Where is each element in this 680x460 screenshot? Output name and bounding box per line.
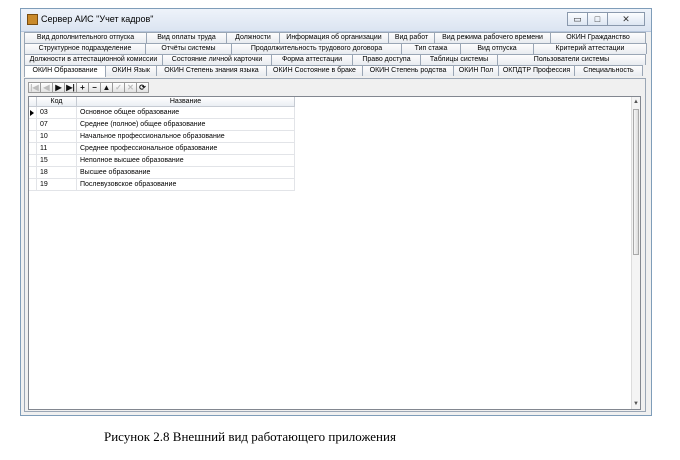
- cell-nazvanie[interactable]: Высшее образование: [77, 167, 295, 179]
- tab-otchety[interactable]: Отчёты системы: [145, 43, 232, 54]
- tab-pol[interactable]: ОКИН Пол: [453, 65, 499, 76]
- tab-pravo-dostupa[interactable]: Право доступа: [352, 54, 421, 65]
- tab-vid-rabot[interactable]: Вид работ: [388, 32, 435, 43]
- tab-struct-podrazd[interactable]: Структурное подразделение: [24, 43, 146, 54]
- figure-caption: Рисунок 2.8 Внешний вид работающего прил…: [104, 429, 396, 444]
- title-bar[interactable]: Сервер АИС "Учет кадров" ▭ □ ✕: [21, 9, 651, 32]
- row-indicator: [29, 131, 37, 143]
- cell-kod[interactable]: 10: [37, 131, 77, 143]
- nav-refresh-button[interactable]: ⟳: [136, 82, 149, 93]
- column-header-nazvanie[interactable]: Название: [77, 97, 295, 107]
- tab-tip-stazha[interactable]: Тип стажа: [401, 43, 461, 54]
- tab-specialnost[interactable]: Специальность: [574, 65, 643, 76]
- tab-dolzh-komissii[interactable]: Должности в аттестационной комиссии: [24, 54, 163, 65]
- tab-stepen-rodstva[interactable]: ОКИН Степень родства: [362, 65, 454, 76]
- tab-row-1: Вид дополнительного отпуска Вид оплаты т…: [24, 32, 646, 43]
- grid-header: Код Название: [29, 97, 295, 107]
- tab-grazhdanstvo[interactable]: ОКИН Гражданство: [550, 32, 646, 43]
- table-row[interactable]: 10 Начальное профессиональное образовани…: [29, 131, 295, 143]
- tab-prodolzh-dogovora[interactable]: Продолжительность трудового договора: [231, 43, 402, 54]
- tab-info-org[interactable]: Информация об организации: [279, 32, 389, 43]
- row-indicator: [29, 107, 37, 119]
- maximize-button[interactable]: □: [587, 12, 608, 26]
- scroll-down-arrow-icon[interactable]: ▼: [633, 400, 639, 408]
- cell-kod[interactable]: 07: [37, 119, 77, 131]
- tab-polzovateli[interactable]: Пользователи системы: [497, 54, 646, 65]
- cell-nazvanie[interactable]: Послевузовское образование: [77, 179, 295, 191]
- cell-kod[interactable]: 03: [37, 107, 77, 119]
- scroll-up-arrow-icon[interactable]: ▲: [633, 98, 639, 106]
- vertical-scrollbar[interactable]: ▲ ▼: [631, 97, 640, 409]
- cell-kod[interactable]: 18: [37, 167, 77, 179]
- grid-rows: 03 Основное общее образование 07 Среднее…: [29, 107, 295, 191]
- tab-dop-otpusk[interactable]: Вид дополнительного отпуска: [24, 32, 147, 43]
- window-title: Сервер АИС "Учет кадров": [41, 14, 154, 24]
- tab-obrazovanie[interactable]: ОКИН Образование: [24, 65, 106, 77]
- tab-dolzhnosti[interactable]: Должности: [226, 32, 280, 43]
- minimize-button[interactable]: ▭: [567, 12, 588, 26]
- tab-sostoyanie-v-brake[interactable]: ОКИН Состояние в браке: [266, 65, 363, 76]
- table-row[interactable]: 15 Неполное высшее образование: [29, 155, 295, 167]
- current-row-arrow-icon: [30, 110, 34, 116]
- table-row[interactable]: 19 Послевузовское образование: [29, 179, 295, 191]
- tab-vid-otpuska[interactable]: Вид отпуска: [460, 43, 534, 54]
- tab-forma-attestacii[interactable]: Форма аттестации: [271, 54, 353, 65]
- cell-nazvanie[interactable]: Среднее (полное) общее образование: [77, 119, 295, 131]
- tab-sostoyanie-kartochki[interactable]: Состояние личной карточки: [162, 54, 272, 65]
- row-indicator: [29, 155, 37, 167]
- table-row[interactable]: 07 Среднее (полное) общее образование: [29, 119, 295, 131]
- tab-row-4: ОКИН Образование ОКИН Язык ОКИН Степень …: [24, 65, 646, 77]
- close-button[interactable]: ✕: [607, 12, 645, 26]
- app-icon: [27, 14, 38, 25]
- table-row[interactable]: 03 Основное общее образование: [29, 107, 295, 119]
- app-window: Сервер АИС "Учет кадров" ▭ □ ✕ Вид допол…: [20, 8, 652, 416]
- cell-kod[interactable]: 19: [37, 179, 77, 191]
- table-row[interactable]: 11 Среднее профессиональное образование: [29, 143, 295, 155]
- db-navigator: |◀ ◀ ▶ ▶| + − ▲ ✓ ✕ ⟳: [28, 82, 149, 93]
- column-header-kod[interactable]: Код: [37, 97, 77, 107]
- tab-professiya[interactable]: ОКПДТР Профессия: [498, 65, 575, 76]
- indicator-header: [29, 97, 37, 107]
- tab-strip: Вид дополнительного отпуска Вид оплаты т…: [24, 32, 647, 77]
- table-row[interactable]: 18 Высшее образование: [29, 167, 295, 179]
- cell-nazvanie[interactable]: Начальное профессиональное образование: [77, 131, 295, 143]
- cell-nazvanie[interactable]: Среднее профессиональное образование: [77, 143, 295, 155]
- cell-nazvanie[interactable]: Основное общее образование: [77, 107, 295, 119]
- row-indicator: [29, 119, 37, 131]
- row-indicator: [29, 143, 37, 155]
- tab-yazyk[interactable]: ОКИН Язык: [105, 65, 157, 76]
- tab-row-3: Должности в аттестационной комиссии Сост…: [24, 54, 646, 65]
- row-indicator: [29, 179, 37, 191]
- row-indicator: [29, 167, 37, 179]
- tab-oplata-truda[interactable]: Вид оплаты труда: [146, 32, 227, 43]
- data-grid[interactable]: Код Название 03 Основное общее образован…: [28, 96, 641, 410]
- tab-panel: |◀ ◀ ▶ ▶| + − ▲ ✓ ✕ ⟳ Код Название 03 Ос…: [24, 78, 646, 412]
- cell-kod[interactable]: 15: [37, 155, 77, 167]
- tab-tablicy[interactable]: Таблицы системы: [420, 54, 498, 65]
- tab-kriteriy[interactable]: Критерий аттестации: [533, 43, 647, 54]
- window-controls: ▭ □ ✕: [567, 12, 645, 26]
- tab-rezhim-vremeni[interactable]: Вид режима рабочего времени: [434, 32, 551, 43]
- tab-znanie-yazyka[interactable]: ОКИН Степень знания языка: [156, 65, 267, 76]
- cell-kod[interactable]: 11: [37, 143, 77, 155]
- cell-nazvanie[interactable]: Неполное высшее образование: [77, 155, 295, 167]
- tab-row-2: Структурное подразделение Отчёты системы…: [24, 43, 647, 54]
- scroll-thumb[interactable]: [633, 109, 639, 255]
